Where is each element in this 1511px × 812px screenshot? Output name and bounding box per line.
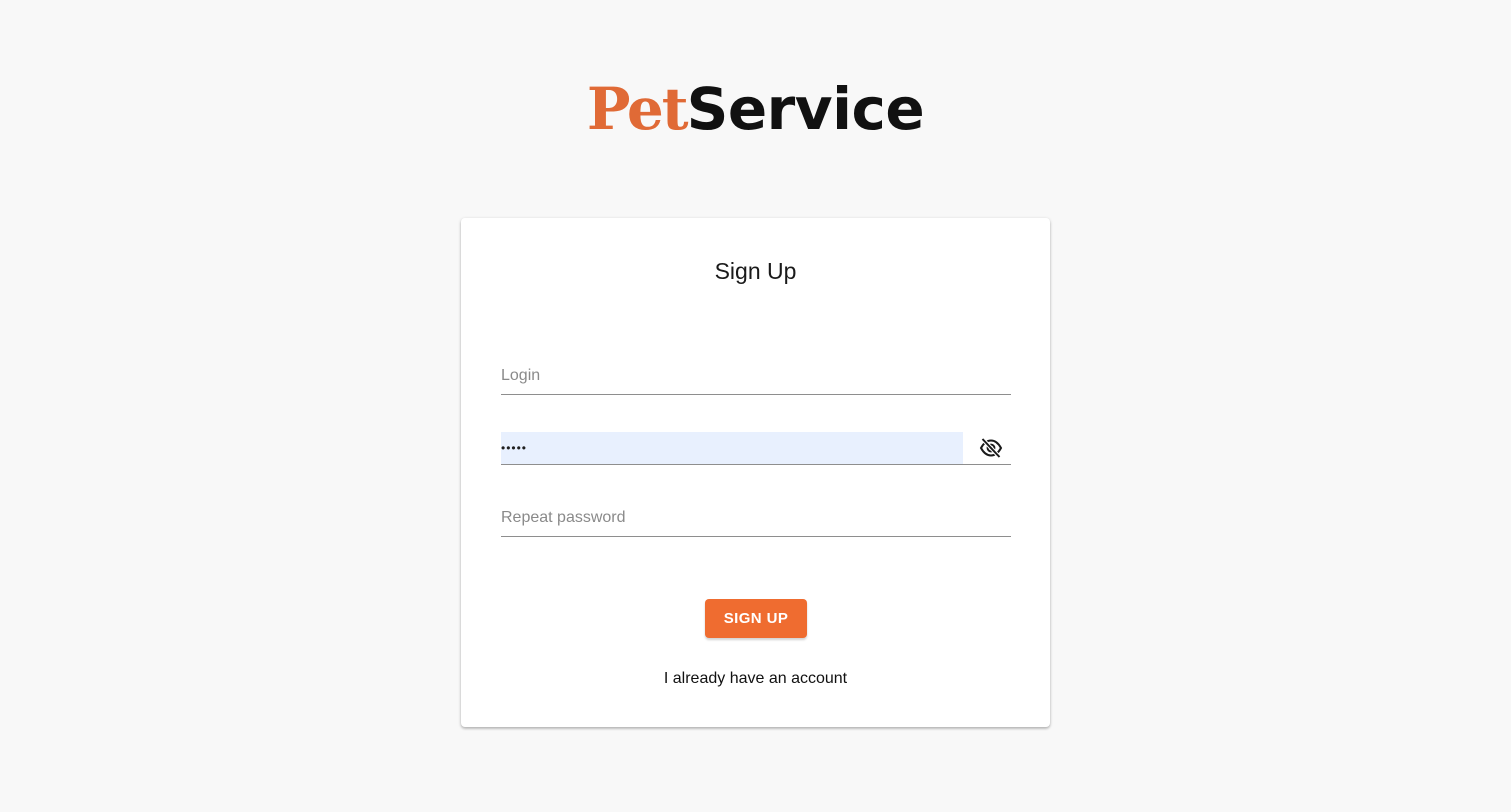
already-have-account-link[interactable]: I already have an account — [461, 670, 1050, 688]
logo-service-text: Service — [686, 75, 925, 143]
card-title: Sign Up — [714, 258, 797, 284]
repeat-password-input[interactable] — [501, 502, 1011, 534]
signup-page: PetService Sign Up SIGN UP I already hav… — [0, 0, 1511, 812]
password-field — [501, 432, 1011, 465]
eye-off-icon[interactable] — [979, 437, 1003, 459]
pet-service-logo: PetService — [0, 74, 1511, 145]
login-field — [501, 360, 1011, 395]
repeat-password-field — [501, 502, 1011, 537]
password-input[interactable] — [501, 432, 963, 464]
signup-card: Sign Up SIGN UP I already have an accoun… — [461, 218, 1050, 727]
logo-pet-text: Pet — [586, 75, 689, 143]
sign-up-button[interactable]: SIGN UP — [705, 599, 807, 638]
login-input[interactable] — [501, 360, 1011, 392]
